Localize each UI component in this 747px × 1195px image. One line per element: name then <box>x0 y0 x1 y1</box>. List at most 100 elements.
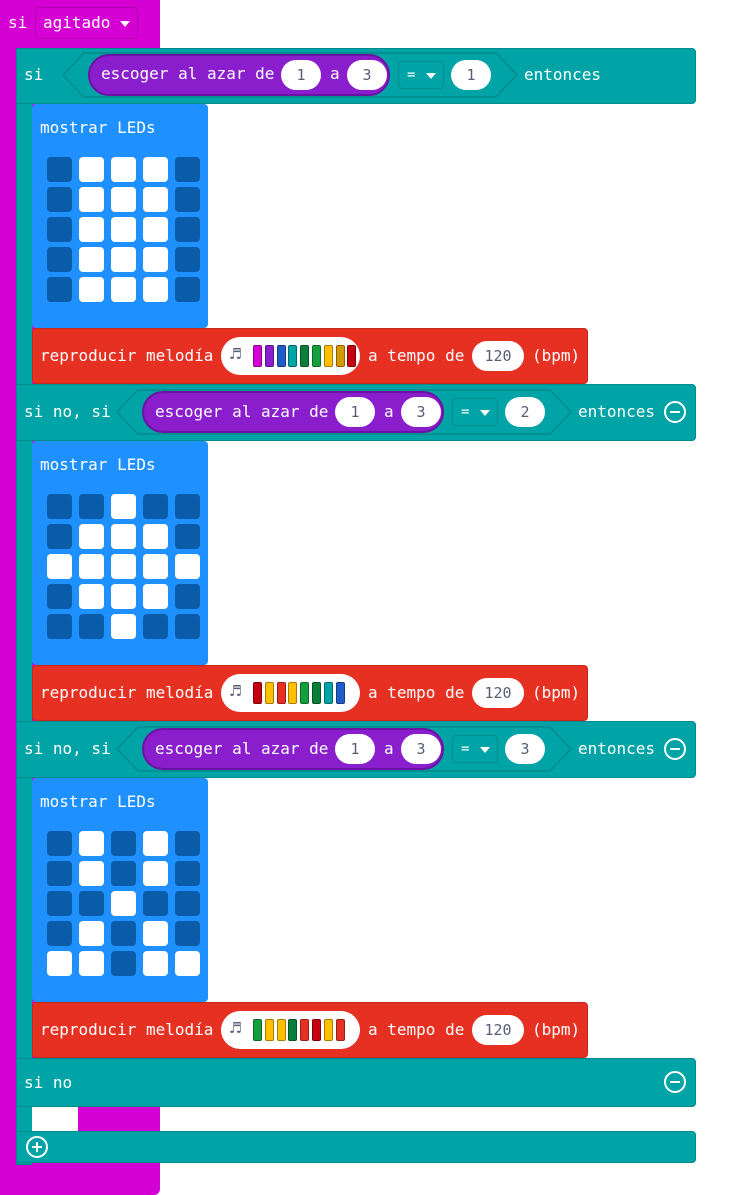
empty-else-slot[interactable] <box>32 1107 78 1131</box>
led-cell[interactable] <box>47 584 72 609</box>
compare-value-1[interactable]: 1 <box>451 60 491 90</box>
gesture-dropdown[interactable]: agitado <box>35 7 138 39</box>
led-cell[interactable] <box>79 831 104 856</box>
led-cell[interactable] <box>79 584 104 609</box>
led-cell[interactable] <box>143 951 168 976</box>
led-cell[interactable] <box>143 861 168 886</box>
led-cell[interactable] <box>175 494 200 519</box>
led-cell[interactable] <box>111 187 136 212</box>
random-from-1[interactable]: 1 <box>281 60 321 90</box>
random-to-1[interactable]: 3 <box>347 60 387 90</box>
led-cell[interactable] <box>175 861 200 886</box>
led-cell[interactable] <box>79 157 104 182</box>
led-cell[interactable] <box>143 217 168 242</box>
led-cell[interactable] <box>79 277 104 302</box>
led-cell[interactable] <box>175 584 200 609</box>
led-cell[interactable] <box>79 247 104 272</box>
led-cell[interactable] <box>175 187 200 212</box>
led-cell[interactable] <box>79 524 104 549</box>
led-cell[interactable] <box>47 831 72 856</box>
led-cell[interactable] <box>111 217 136 242</box>
led-cell[interactable] <box>111 277 136 302</box>
led-cell[interactable] <box>175 951 200 976</box>
tempo-value-1[interactable]: 120 <box>472 341 524 371</box>
led-cell[interactable] <box>79 861 104 886</box>
led-cell[interactable] <box>143 187 168 212</box>
led-cell[interactable] <box>111 584 136 609</box>
led-cell[interactable] <box>143 921 168 946</box>
led-cell[interactable] <box>47 494 72 519</box>
led-cell[interactable] <box>143 584 168 609</box>
led-cell[interactable] <box>47 157 72 182</box>
led-cell[interactable] <box>47 891 72 916</box>
led-cell[interactable] <box>175 891 200 916</box>
led-cell[interactable] <box>175 614 200 639</box>
led-grid-1[interactable] <box>47 157 202 302</box>
led-cell[interactable] <box>47 277 72 302</box>
minus-circle-icon[interactable] <box>664 1071 686 1093</box>
led-cell[interactable] <box>143 614 168 639</box>
led-cell[interactable] <box>79 921 104 946</box>
if-block-footer[interactable] <box>16 1131 696 1163</box>
melody-editor-3[interactable]: ♬ <box>221 1011 360 1049</box>
led-cell[interactable] <box>79 891 104 916</box>
random-to-3[interactable]: 3 <box>401 734 441 764</box>
led-cell[interactable] <box>111 891 136 916</box>
tempo-value-2[interactable]: 120 <box>472 678 524 708</box>
minus-circle-icon[interactable] <box>664 738 686 760</box>
led-grid-3[interactable] <box>47 831 202 976</box>
led-cell[interactable] <box>175 554 200 579</box>
led-cell[interactable] <box>47 861 72 886</box>
led-cell[interactable] <box>175 157 200 182</box>
led-cell[interactable] <box>143 554 168 579</box>
led-cell[interactable] <box>111 921 136 946</box>
led-cell[interactable] <box>111 524 136 549</box>
random-to-2[interactable]: 3 <box>401 397 441 427</box>
led-cell[interactable] <box>111 951 136 976</box>
led-cell[interactable] <box>79 217 104 242</box>
led-cell[interactable] <box>79 614 104 639</box>
led-cell[interactable] <box>111 494 136 519</box>
random-from-3[interactable]: 1 <box>335 734 375 764</box>
led-cell[interactable] <box>47 247 72 272</box>
led-cell[interactable] <box>79 494 104 519</box>
melody-editor-1[interactable]: ♬ <box>221 337 360 375</box>
led-cell[interactable] <box>47 554 72 579</box>
plus-circle-icon[interactable] <box>26 1136 48 1158</box>
led-cell[interactable] <box>175 217 200 242</box>
minus-circle-icon[interactable] <box>664 401 686 423</box>
led-cell[interactable] <box>47 217 72 242</box>
led-cell[interactable] <box>143 524 168 549</box>
led-cell[interactable] <box>143 277 168 302</box>
led-cell[interactable] <box>79 951 104 976</box>
operator-dropdown-1[interactable]: = <box>398 61 444 89</box>
led-cell[interactable] <box>175 831 200 856</box>
tempo-value-3[interactable]: 120 <box>472 1015 524 1045</box>
led-cell[interactable] <box>111 614 136 639</box>
led-cell[interactable] <box>79 554 104 579</box>
led-cell[interactable] <box>175 247 200 272</box>
compare-value-2[interactable]: 2 <box>505 397 545 427</box>
compare-value-3[interactable]: 3 <box>505 734 545 764</box>
led-cell[interactable] <box>47 524 72 549</box>
led-cell[interactable] <box>111 247 136 272</box>
led-cell[interactable] <box>47 614 72 639</box>
led-cell[interactable] <box>79 187 104 212</box>
melody-editor-2[interactable]: ♬ <box>221 674 360 712</box>
led-cell[interactable] <box>143 247 168 272</box>
led-cell[interactable] <box>111 861 136 886</box>
led-cell[interactable] <box>143 494 168 519</box>
led-cell[interactable] <box>47 951 72 976</box>
operator-dropdown-3[interactable]: = <box>452 735 498 763</box>
random-from-2[interactable]: 1 <box>335 397 375 427</box>
led-cell[interactable] <box>47 921 72 946</box>
operator-dropdown-2[interactable]: = <box>452 398 498 426</box>
led-cell[interactable] <box>143 157 168 182</box>
led-cell[interactable] <box>143 891 168 916</box>
led-cell[interactable] <box>143 831 168 856</box>
led-cell[interactable] <box>175 277 200 302</box>
led-grid-2[interactable] <box>47 494 202 639</box>
led-cell[interactable] <box>175 524 200 549</box>
led-cell[interactable] <box>111 831 136 856</box>
else-header[interactable] <box>16 1058 696 1107</box>
